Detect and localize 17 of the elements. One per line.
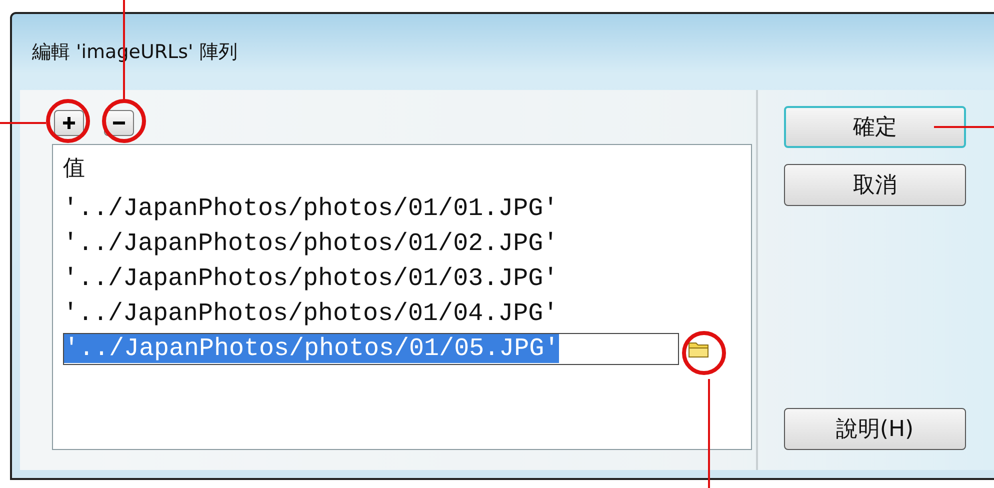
ok-button[interactable]: 確定 (784, 106, 966, 148)
callout-circle (46, 99, 90, 143)
folder-icon (688, 340, 710, 358)
list-item[interactable]: '../JapanPhotos/photos/01/02.JPG' (63, 229, 558, 258)
list-item[interactable]: '../JapanPhotos/photos/01/04.JPG' (63, 299, 558, 328)
cancel-button[interactable]: 取消 (784, 164, 966, 206)
list-item[interactable]: '../JapanPhotos/photos/01/01.JPG' (63, 194, 558, 223)
leader-line (934, 126, 994, 128)
leader-line (0, 122, 46, 124)
add-button[interactable] (54, 110, 84, 136)
help-button[interactable]: 說明(H) (784, 408, 966, 450)
callout-circle (102, 99, 146, 143)
callout-circle (682, 331, 726, 375)
list-item[interactable]: '../JapanPhotos/photos/01/03.JPG' (63, 264, 558, 293)
plus-icon (62, 116, 76, 130)
input-field[interactable]: '../JapanPhotos/photos/01/05.JPG' (63, 332, 679, 364)
column-header: 值 (63, 155, 86, 183)
